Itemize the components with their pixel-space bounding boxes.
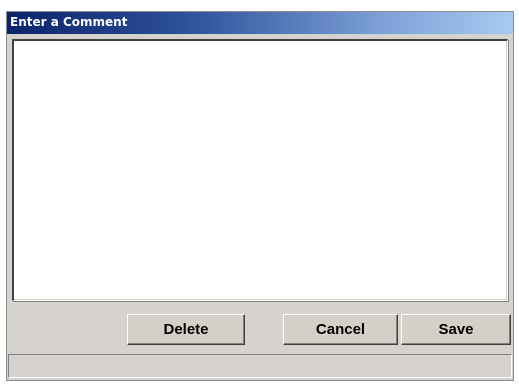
save-button[interactable]: Save (401, 314, 511, 345)
comment-dialog: Enter a Comment Delete Cancel Save (6, 11, 514, 381)
dialog-title: Enter a Comment (10, 15, 128, 29)
title-bar[interactable]: Enter a Comment (7, 12, 513, 34)
status-bar (8, 354, 512, 378)
comment-textarea[interactable] (12, 39, 508, 301)
cancel-button[interactable]: Cancel (283, 314, 398, 345)
delete-button[interactable]: Delete (127, 314, 245, 345)
